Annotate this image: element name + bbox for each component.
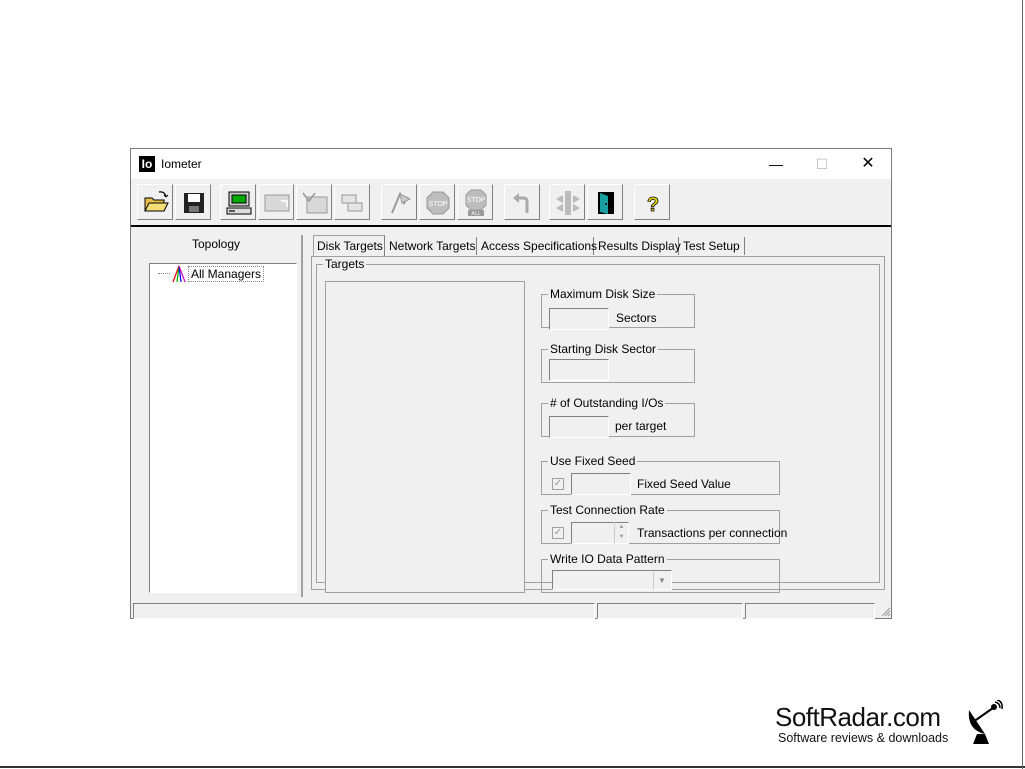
exit-button[interactable] bbox=[587, 184, 623, 220]
transactions-per-connection-label: Transactions per connection bbox=[637, 526, 788, 540]
svg-text:STOP: STOP bbox=[429, 201, 448, 208]
floppy-disk-icon bbox=[184, 193, 204, 213]
help-icon: ? bbox=[646, 194, 659, 217]
satellite-dish-icon bbox=[968, 700, 1003, 744]
resize-grip-icon[interactable] bbox=[879, 605, 891, 617]
start-network-worker-button[interactable] bbox=[258, 184, 294, 220]
use-fixed-seed-checkbox[interactable]: ✓ bbox=[552, 478, 564, 490]
window-title: Iometer bbox=[161, 157, 202, 171]
starting-disk-sector-group: Starting Disk Sector bbox=[541, 342, 695, 383]
move-arrows-icon bbox=[556, 191, 580, 215]
tab-test-setup[interactable]: Test Setup bbox=[680, 237, 745, 255]
starting-disk-sector-legend: Starting Disk Sector bbox=[550, 342, 657, 356]
svg-text:ALL: ALL bbox=[472, 211, 481, 217]
tab-access-specifications[interactable]: Access Specifications bbox=[478, 237, 597, 255]
spin-up-icon[interactable]: ▲ bbox=[615, 522, 628, 532]
status-segment-3 bbox=[745, 603, 875, 619]
fixed-seed-value-input[interactable] bbox=[571, 473, 631, 495]
tab-disk-targets[interactable]: Disk Targets bbox=[313, 235, 385, 257]
status-bar bbox=[131, 601, 891, 619]
undo-icon bbox=[513, 193, 529, 213]
test-connection-rate-group: Test Connection Rate ✓ ▲ ▼ Transactions … bbox=[541, 503, 787, 544]
tree-connector-line bbox=[158, 273, 170, 274]
title-bar[interactable]: Io Iometer — ☐ ✕ bbox=[131, 149, 891, 179]
screen-right-border bbox=[1022, 0, 1023, 769]
maximize-button[interactable]: ☐ bbox=[799, 149, 845, 179]
toolbar: STOP STOP ALL ? bbox=[131, 179, 891, 227]
watermark-name: SoftRadar.com bbox=[775, 702, 941, 732]
topology-panel: Topology All Managers bbox=[137, 235, 303, 597]
test-connection-rate-checkbox[interactable]: ✓ bbox=[552, 527, 564, 539]
sectors-label: Sectors bbox=[616, 311, 657, 325]
move-workers-button[interactable] bbox=[549, 184, 585, 220]
targets-legend: Targets bbox=[325, 257, 365, 271]
iometer-window: Io Iometer — ☐ ✕ STOP STOP ALL ? Topolog… bbox=[130, 148, 892, 619]
max-disk-size-legend: Maximum Disk Size bbox=[550, 287, 656, 301]
stop-icon: STOP bbox=[426, 191, 450, 215]
duplicate-worker-button[interactable] bbox=[296, 184, 332, 220]
save-config-button[interactable] bbox=[175, 184, 211, 220]
outstanding-ios-group: # of Outstanding I/Os per target bbox=[541, 396, 695, 438]
exit-door-icon bbox=[598, 192, 614, 214]
stop-all-icon: STOP ALL bbox=[465, 189, 487, 217]
max-disk-size-group: Maximum Disk Size Sectors bbox=[541, 287, 695, 330]
tab-network-targets[interactable]: Network Targets bbox=[386, 237, 477, 255]
folder-open-icon bbox=[144, 191, 169, 212]
transactions-spinner[interactable]: ▲ ▼ bbox=[614, 522, 628, 544]
stop-test-button[interactable]: STOP bbox=[419, 184, 455, 220]
svg-text:STOP: STOP bbox=[467, 197, 486, 204]
spin-down-icon[interactable]: ▼ bbox=[615, 532, 628, 542]
disconnect-icon bbox=[341, 194, 363, 212]
targets-group: Targets Maximum Disk Size Sectors Starti… bbox=[316, 257, 880, 593]
use-fixed-seed-legend: Use Fixed Seed bbox=[550, 454, 636, 468]
fixed-seed-value-label: Fixed Seed Value bbox=[637, 477, 731, 491]
reset-workers-button[interactable] bbox=[504, 184, 540, 220]
svg-text:?: ? bbox=[647, 194, 659, 216]
duplicate-icon bbox=[302, 192, 328, 214]
max-disk-size-input[interactable] bbox=[549, 308, 609, 330]
starting-disk-sector-input[interactable] bbox=[549, 359, 609, 381]
watermark-tagline: Software reviews & downloads bbox=[778, 731, 949, 745]
test-connection-rate-legend: Test Connection Rate bbox=[550, 503, 665, 517]
write-io-pattern-legend: Write IO Data Pattern bbox=[550, 552, 665, 566]
open-config-button[interactable] bbox=[137, 184, 173, 220]
targets-list[interactable] bbox=[325, 281, 525, 593]
write-io-pattern-group: Write IO Data Pattern ▼ bbox=[541, 552, 780, 593]
tab-results-display[interactable]: Results Display bbox=[595, 237, 681, 255]
chevron-down-icon[interactable]: ▼ bbox=[653, 572, 670, 590]
write-io-pattern-select[interactable]: ▼ bbox=[552, 570, 672, 590]
use-fixed-seed-group: Use Fixed Seed ✓ Fixed Seed Value bbox=[541, 454, 780, 495]
disk-targets-panel: Targets Maximum Disk Size Sectors Starti… bbox=[311, 256, 885, 593]
computer-icon bbox=[226, 191, 252, 215]
main-area: Topology All Managers Disk Targets Netwo… bbox=[133, 227, 891, 599]
all-managers-icon bbox=[172, 265, 186, 283]
tree-item-all-managers[interactable]: All Managers bbox=[188, 266, 265, 282]
disconnect-manager-button[interactable] bbox=[334, 184, 370, 220]
status-segment-2 bbox=[597, 603, 743, 619]
outstanding-ios-legend: # of Outstanding I/Os bbox=[550, 396, 664, 410]
iometer-app-icon: Io bbox=[139, 156, 155, 172]
close-button[interactable]: ✕ bbox=[845, 149, 891, 179]
start-disk-worker-button[interactable] bbox=[220, 184, 256, 220]
topology-tree[interactable]: All Managers bbox=[149, 263, 297, 593]
screen-bottom-border bbox=[0, 766, 1025, 768]
minimize-button[interactable]: — bbox=[753, 149, 799, 179]
softradar-watermark: SoftRadar.com Software reviews & downloa… bbox=[775, 700, 1005, 746]
per-target-label: per target bbox=[615, 419, 667, 433]
start-tests-button[interactable] bbox=[381, 184, 417, 220]
network-worker-icon bbox=[264, 194, 290, 212]
topology-label: Topology bbox=[191, 237, 241, 251]
green-flag-icon bbox=[391, 191, 412, 214]
help-button[interactable]: ? bbox=[634, 184, 670, 220]
stop-all-button[interactable]: STOP ALL bbox=[457, 184, 493, 220]
status-segment-1 bbox=[133, 603, 595, 619]
outstanding-ios-input[interactable] bbox=[549, 416, 609, 438]
